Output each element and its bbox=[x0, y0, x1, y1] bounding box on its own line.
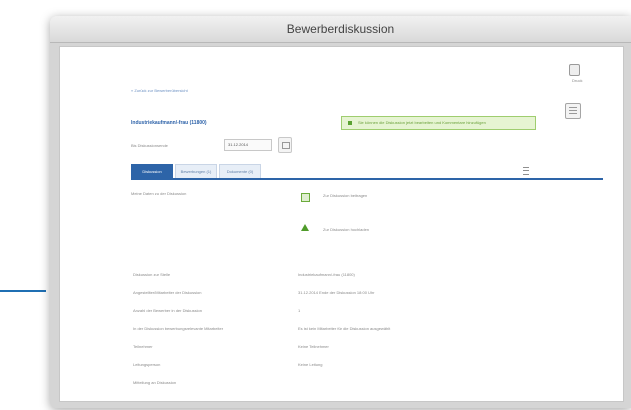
document-icon[interactable] bbox=[301, 193, 310, 202]
notice-text: Sie können die Diskussion jetzt bearbeit… bbox=[358, 120, 486, 125]
print-label[interactable]: Druck bbox=[572, 78, 582, 83]
row-label: Teilnehmer bbox=[133, 344, 153, 349]
row-label: In der Diskussion bewerbungsrelevante Mi… bbox=[133, 326, 224, 331]
row-label: Anzahl der Bewerber in der Diskussion bbox=[133, 308, 202, 313]
row-label: Leitungsperson bbox=[133, 362, 161, 367]
page-title: Industriekaufmann/-frau (11800) bbox=[131, 120, 207, 126]
title-bar[interactable]: Bewerberdiskussion bbox=[50, 16, 631, 43]
section-label: Meine Daten zu der Diskussion bbox=[131, 191, 187, 196]
row-value: Industriekaufmann/-frau (11800) bbox=[298, 272, 355, 277]
window-title: Bewerberdiskussion bbox=[286, 22, 395, 36]
document-icon[interactable] bbox=[565, 103, 581, 119]
date-label: Bis Diskussionsende bbox=[131, 143, 168, 148]
row-value: 31.12.2014 Ende der Diskussion 18:00 Uhr bbox=[298, 290, 375, 295]
tab-diskussion[interactable]: Diskussion bbox=[131, 164, 173, 178]
upload-icon[interactable] bbox=[301, 224, 309, 231]
row-label: Mitteilung an Diskussion bbox=[133, 380, 177, 385]
tab-bar: Diskussion Bewerbungen (1) Dokumente (0) bbox=[131, 164, 603, 180]
calendar-icon[interactable] bbox=[278, 137, 292, 153]
print-icon[interactable] bbox=[569, 64, 580, 76]
menu-icon[interactable] bbox=[523, 167, 529, 175]
tab-bewerbungen[interactable]: Bewerbungen (1) bbox=[175, 164, 217, 178]
contribute-link[interactable]: Zur Diskussion beitragen bbox=[323, 193, 367, 198]
row-value: 1 bbox=[298, 308, 301, 313]
app-window: Bewerberdiskussion « Zurück zur Bewerber… bbox=[50, 16, 631, 408]
row-value: Keine Teilnehmer bbox=[298, 344, 329, 349]
upload-link[interactable]: Zur Diskussion hochladen bbox=[323, 227, 369, 232]
row-value: Keine Leitung bbox=[298, 362, 323, 367]
content-area: « Zurück zur Bewerberübersicht Druck Ind… bbox=[59, 46, 624, 402]
notice-banner: Sie können die Diskussion jetzt bearbeit… bbox=[341, 116, 536, 130]
date-value: 31.12.2014 bbox=[228, 142, 249, 147]
row-label: Diskussion zur Stelle bbox=[133, 272, 171, 277]
row-value: Es ist kein Mitarbeiter für die Diskussi… bbox=[298, 326, 391, 331]
back-link[interactable]: « Zurück zur Bewerberübersicht bbox=[131, 88, 188, 93]
notice-icon bbox=[348, 121, 352, 125]
tab-dokumente[interactable]: Dokumente (0) bbox=[219, 164, 261, 178]
accent-line bbox=[0, 290, 46, 292]
row-label: Angestellter/Mitarbeiter der Diskussion bbox=[133, 290, 202, 295]
date-field[interactable]: 31.12.2014 bbox=[224, 139, 272, 151]
